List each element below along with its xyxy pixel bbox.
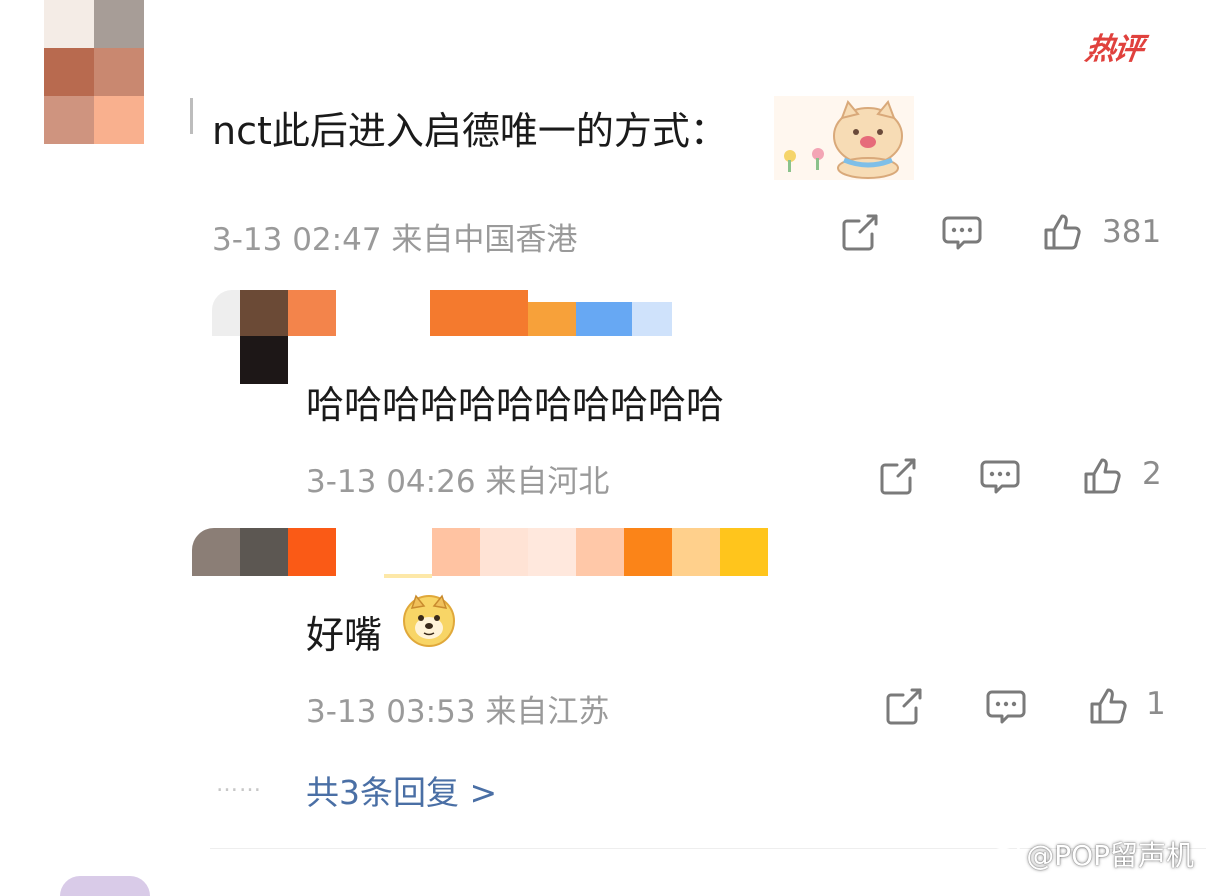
- reply-meta: 3-13 04:26 来自河北: [306, 464, 610, 500]
- view-all-replies-link[interactable]: 共3条回复 >: [306, 766, 497, 814]
- watermark-text: @POP留声机: [1026, 839, 1194, 872]
- hot-comment-badge: 热评: [1083, 32, 1144, 67]
- thumbs-up-icon[interactable]: [1040, 210, 1084, 254]
- share-icon[interactable]: [882, 684, 926, 728]
- share-icon[interactable]: [876, 454, 920, 498]
- reply-username-redacted[interactable]: [430, 290, 672, 336]
- reply-meta: 3-13 03:53 来自江苏: [306, 694, 610, 730]
- comment-icon[interactable]: [940, 210, 984, 254]
- thread-dots: ……: [216, 772, 262, 797]
- like-count: 2: [1142, 456, 1162, 492]
- cat-sticker-icon: [774, 96, 914, 180]
- comment-text: nct此后进入启德唯一的方式：: [212, 109, 728, 153]
- thumbs-up-icon[interactable]: [1080, 454, 1124, 498]
- like-count: 381: [1102, 214, 1162, 250]
- like-count: 1: [1146, 686, 1166, 722]
- reply-text: 哈哈哈哈哈哈哈哈哈哈哈: [306, 383, 725, 427]
- text-cursor: [190, 98, 193, 134]
- reply-username-redacted[interactable]: [384, 528, 768, 578]
- reply-avatar[interactable]: [212, 290, 336, 386]
- thumbs-up-icon[interactable]: [1086, 684, 1130, 728]
- next-commenter-avatar[interactable]: [60, 876, 150, 896]
- doge-emoji-icon: [402, 594, 456, 648]
- comment-meta: 3-13 02:47 来自中国香港: [212, 222, 578, 258]
- comment-icon[interactable]: [978, 454, 1022, 498]
- reply-avatar[interactable]: [192, 528, 336, 576]
- reply-text: 好嘴: [306, 613, 383, 657]
- watermark: @POP留声机: [988, 834, 1194, 876]
- commenter-avatar[interactable]: [44, 0, 144, 144]
- share-icon[interactable]: [838, 210, 882, 254]
- comment-icon[interactable]: [984, 684, 1028, 728]
- weibo-logo-icon: [988, 841, 1022, 876]
